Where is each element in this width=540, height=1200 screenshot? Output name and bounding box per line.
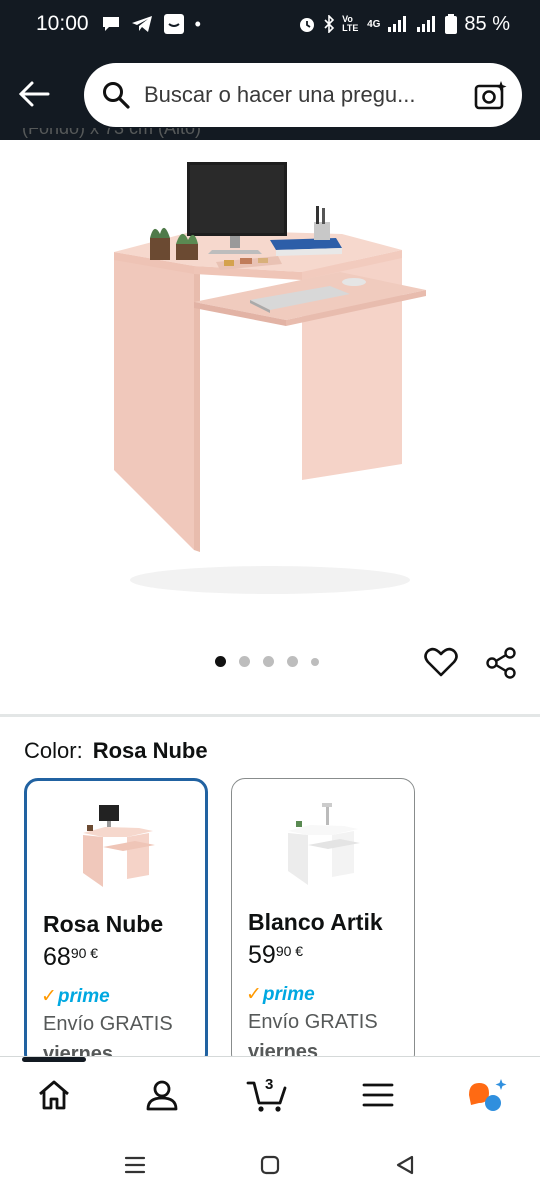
nav-cart[interactable]: 3 <box>246 1073 290 1117</box>
section-divider <box>0 714 540 717</box>
product-dimensions-text: (Fondo) x 73 cm (Alto) <box>22 128 202 138</box>
battery-icon <box>445 14 458 34</box>
color-option-name: Blanco Artik <box>248 909 383 935</box>
product-image[interactable] <box>90 150 450 600</box>
more-notifications-dot-icon: • <box>194 14 201 34</box>
image-carousel-indicator[interactable] <box>215 656 319 667</box>
system-status-icons: Vo LTE 4G 85 % <box>298 13 510 36</box>
search-bar[interactable]: Buscar o hacer una pregu... <box>84 63 522 127</box>
nav-rufus-assistant[interactable] <box>464 1073 508 1117</box>
bottom-navigation: 3 <box>0 1056 540 1132</box>
battery-percent: 85 % <box>464 12 510 35</box>
carousel-dot[interactable] <box>239 656 250 667</box>
carousel-dot[interactable] <box>287 656 298 667</box>
carousel-dot[interactable] <box>215 656 226 667</box>
nav-menu[interactable] <box>356 1073 400 1117</box>
status-bar: 10:00 • Vo LTE 4G 85 % <box>0 0 540 48</box>
color-option-blanco-artik[interactable]: Blanco Artik 5990 € ✓prime Envío GRATIS … <box>231 778 415 1068</box>
color-option-price: 5990 € <box>248 941 304 969</box>
signal-icon <box>388 16 407 32</box>
search-icon <box>103 82 130 109</box>
home-system-button[interactable] <box>255 1152 285 1178</box>
wishlist-heart-icon[interactable] <box>424 646 458 678</box>
amazon-app-icon <box>163 14 184 34</box>
prime-badge: ✓prime <box>41 986 110 1007</box>
network-type: 4G <box>367 18 381 30</box>
carousel-dot[interactable] <box>263 656 274 667</box>
system-navigation-bar <box>0 1132 540 1200</box>
color-option-name: Rosa Nube <box>43 911 164 937</box>
signal-2-icon <box>417 16 436 32</box>
camera-search-icon[interactable] <box>474 79 508 111</box>
active-tab-indicator <box>22 1057 86 1062</box>
home-icon <box>39 1080 69 1110</box>
prime-badge: ✓prime <box>246 984 315 1005</box>
telegram-icon <box>131 16 152 32</box>
back-arrow-icon <box>18 81 50 107</box>
share-icon[interactable] <box>484 646 518 680</box>
volte-indicator: Vo LTE <box>342 14 359 33</box>
rufus-icon <box>469 1079 507 1111</box>
color-option-thumbnail <box>83 805 155 887</box>
bluetooth-icon <box>324 15 335 33</box>
menu-icon <box>362 1083 394 1107</box>
back-triangle-icon <box>396 1155 414 1175</box>
account-icon <box>146 1080 178 1111</box>
recent-apps-icon <box>124 1156 146 1174</box>
chat-icon <box>102 17 119 31</box>
back-system-button[interactable] <box>390 1152 420 1178</box>
color-label: Color: <box>24 738 83 763</box>
carousel-dot[interactable] <box>311 657 319 666</box>
prime-check-icon: ✓ <box>246 984 262 1005</box>
app-header: Buscar o hacer una pregu... <box>0 48 540 140</box>
alarm-icon <box>300 18 315 32</box>
search-input[interactable]: Buscar o hacer una pregu... <box>144 82 474 108</box>
color-option-price: 6890 € <box>43 943 99 971</box>
color-selector-label: Color: Rosa Nube <box>24 738 208 764</box>
recent-apps-button[interactable] <box>120 1152 150 1178</box>
cart-count-badge: 3 <box>265 1076 274 1093</box>
home-square-icon <box>260 1155 280 1175</box>
selected-color-value: Rosa Nube <box>92 738 208 763</box>
nav-account[interactable] <box>140 1073 184 1117</box>
shipping-text: Envío GRATIS <box>43 1013 173 1035</box>
status-time: 10:00 <box>36 12 89 35</box>
nav-home[interactable] <box>32 1073 76 1117</box>
notification-icons: • <box>101 13 201 35</box>
color-option-rosa-nube[interactable]: Rosa Nube 6890 € ✓prime Envío GRATIS vie… <box>24 778 208 1068</box>
back-button[interactable] <box>14 74 54 114</box>
shipping-text: Envío GRATIS <box>248 1011 378 1033</box>
prime-check-icon: ✓ <box>41 986 57 1007</box>
color-option-thumbnail <box>288 803 360 885</box>
